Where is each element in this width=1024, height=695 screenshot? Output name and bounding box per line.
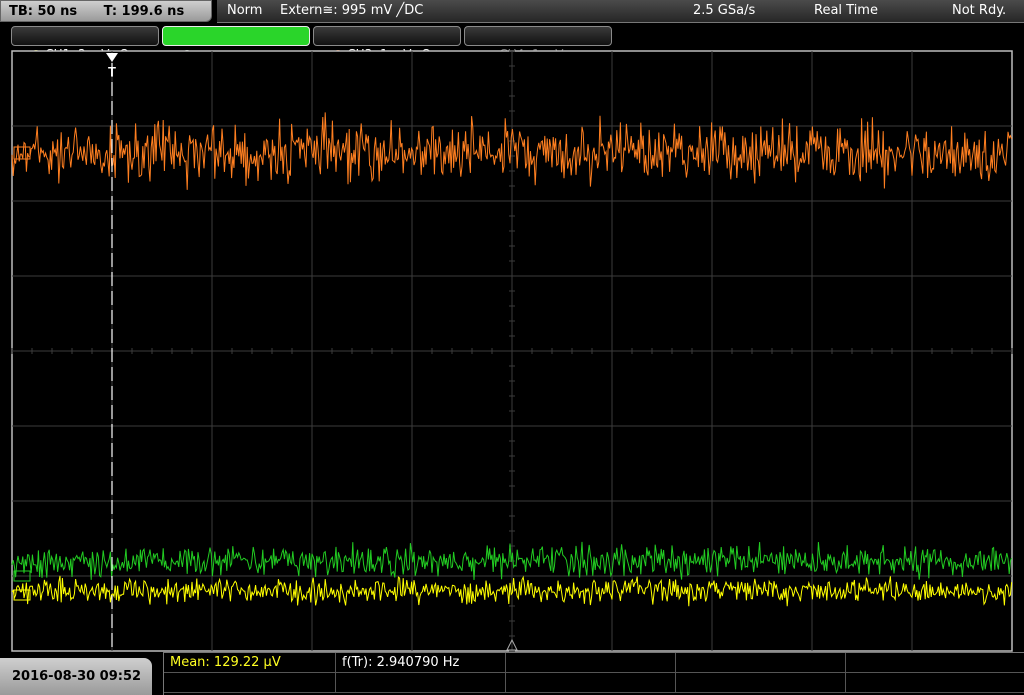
measurement-slot-10[interactable] bbox=[846, 673, 1024, 693]
trigger-setting-label: Extern≅: 995 mV ╱DC bbox=[280, 3, 424, 18]
measurement-slot-3[interactable] bbox=[506, 653, 676, 673]
trigger-frequency-measurement[interactable]: f(Tr): 2.940790 Hz bbox=[336, 653, 506, 673]
channel-4-button[interactable]: CH4: 1 mV≅ bbox=[464, 26, 612, 61]
measurement-slot-7[interactable] bbox=[336, 673, 506, 693]
measurement-panel[interactable]: Mean: 129.22 µV f(Tr): 2.940790 Hz bbox=[163, 652, 1024, 695]
measurement-slot-5[interactable] bbox=[846, 653, 1024, 673]
acq-mode-label: Norm bbox=[227, 3, 263, 18]
timebase-label: TB: 50 ns bbox=[9, 4, 78, 19]
date-time-display: 2016-08-30 09:52 bbox=[0, 658, 152, 695]
channel-1-button[interactable]: CH1: 2 mV≅Ω bbox=[11, 26, 159, 61]
timebase-panel[interactable]: TB: 50 ns T: 199.6 ns bbox=[0, 0, 212, 22]
bottom-bar: 2016-08-30 09:52 Mean: 129.22 µV f(Tr): … bbox=[0, 652, 1024, 695]
acquisition-status-bar[interactable]: Norm Extern≅: 995 mV ╱DC 2.5 GSa/s Real … bbox=[217, 0, 1024, 23]
sample-rate-label: 2.5 GSa/s bbox=[693, 3, 756, 18]
trigger-time-label: T: 199.6 ns bbox=[103, 4, 185, 19]
measurement-slot-6[interactable] bbox=[164, 673, 336, 693]
channel-3-button[interactable]: CH3: 1 mV≅Ω bbox=[313, 26, 461, 61]
mean-measurement[interactable]: Mean: 129.22 µV bbox=[164, 653, 336, 673]
trigger-status-label: Not Rdy. bbox=[952, 3, 1007, 18]
run-mode-label: Real Time bbox=[814, 3, 878, 18]
top-bar: TB: 50 ns T: 199.6 ns Norm Extern≅: 995 … bbox=[0, 0, 1024, 24]
waveform-display[interactable]: T bbox=[0, 49, 1024, 652]
measurement-slot-4[interactable] bbox=[676, 653, 846, 673]
measurement-slot-9[interactable] bbox=[676, 673, 846, 693]
trigger-marker-label: T bbox=[108, 64, 116, 79]
channel-2-button[interactable]: CH2: 2 mV≅Ω bbox=[162, 26, 310, 61]
measurement-slot-8[interactable] bbox=[506, 673, 676, 693]
channel-bar: CH1: 2 mV≅Ω CH2: 2 mV≅Ω CH3: 1 mV≅Ω CH4:… bbox=[0, 26, 1024, 61]
